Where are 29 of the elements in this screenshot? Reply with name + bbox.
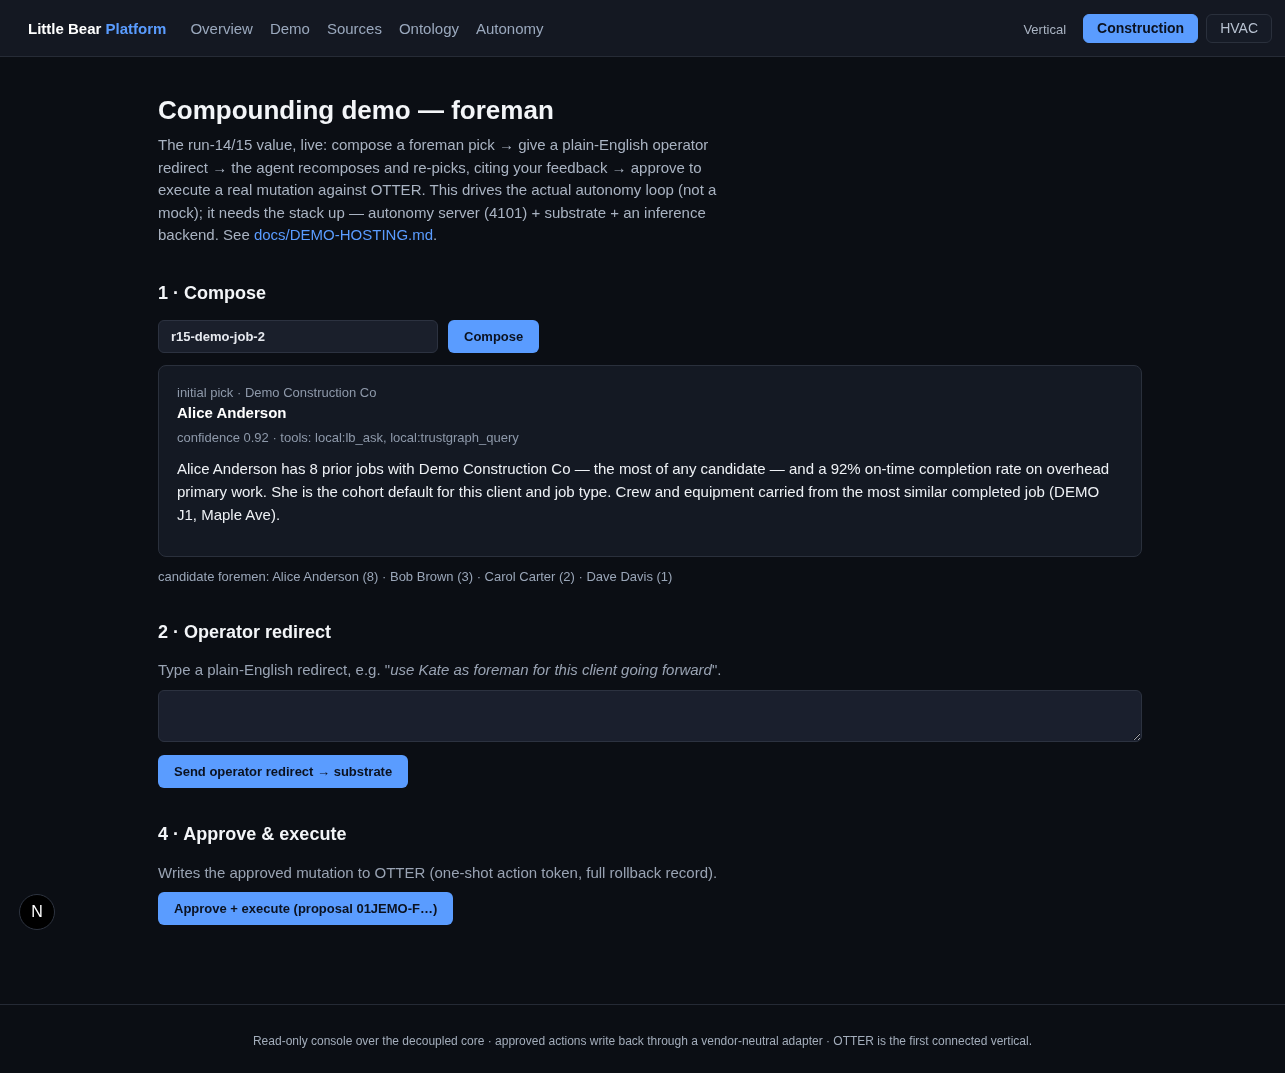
brand-link[interactable]: Little Bear Platform	[28, 19, 167, 37]
redirect-textarea[interactable]	[158, 689, 1142, 742]
candidate-list: candidate foremen: Alice Anderson (8) · Bob Brown (3) · Carol Carter (2) · Dave Davis (1)	[158, 567, 1142, 586]
docs-link[interactable]: docs/DEMO-HOSTING.md	[253, 226, 434, 243]
nav-link[interactable]: Autonomy	[476, 19, 544, 37]
nav-link[interactable]: Overview	[190, 19, 253, 37]
nav-link[interactable]: Demo	[269, 19, 310, 37]
compose-button[interactable]: Compose	[448, 319, 540, 353]
redirect-hint: Type a plain-English redirect, e.g. "use Kate as foreman for this client going forward".	[158, 659, 723, 680]
vertical-option[interactable]: HVAC	[1206, 13, 1272, 43]
pick-rationale: Alice Anderson has 8 prior jobs with Demo Construction Co — the most of any candidate — and a 92% on-time completion rate on overhead primary work. She is the cohort default for this client and job type. Crew and equipment carried from the most similar completed job (DEMO J1, Maple Ave).	[177, 458, 1111, 525]
pick-details: confidence 0.92 · tools: local:lb_ask, local:trustgraph_query	[177, 428, 520, 447]
job-id-field[interactable]: r15-demo-job-2	[158, 319, 438, 353]
vertical-label: Vertical	[1023, 21, 1067, 37]
footer-text: Read-only console over the decoupled core · approved actions write back through a vendor-neutral adapter · OTTER is the first connected vertical.	[252, 1034, 1033, 1048]
section-heading: 4 · Approve & execute	[158, 822, 348, 846]
section-heading: 1 · Compose	[158, 281, 268, 305]
vertical-option[interactable]: Construction	[1083, 13, 1199, 43]
approve-description: Writes the approved mutation to OTTER (one-shot action token, full rollback record).	[158, 862, 719, 883]
pick-meta: initial pick · Demo Construction Co	[177, 383, 378, 402]
nav-link[interactable]: Sources	[326, 19, 382, 37]
section-heading: 2 · Operator redirect	[158, 620, 333, 644]
nav-link[interactable]: Ontology	[398, 19, 459, 37]
intro-paragraph: The run-14/15 value, live: compose a foreman pick → give a plain-English operator redirect → the agent recomposes and re-picks, citing your feedback → approve to execute a real mutation against OTTER. This drives the actual autonomy loop (not a mock); it needs the stack up — autonomy server (4101) + substrate + an inference backend. See docs/DEMO-HOSTING.md.	[158, 135, 718, 245]
send-redirect-button[interactable]: Send operator redirect → substrate	[158, 754, 409, 788]
page-title: Compounding demo — foreman	[158, 94, 555, 126]
approve-button[interactable]: Approve + execute (proposal 01JEMO-F…)	[158, 891, 454, 925]
foreman-name: Alice Anderson	[177, 402, 288, 423]
dev-tools-button[interactable]: N	[19, 894, 55, 930]
